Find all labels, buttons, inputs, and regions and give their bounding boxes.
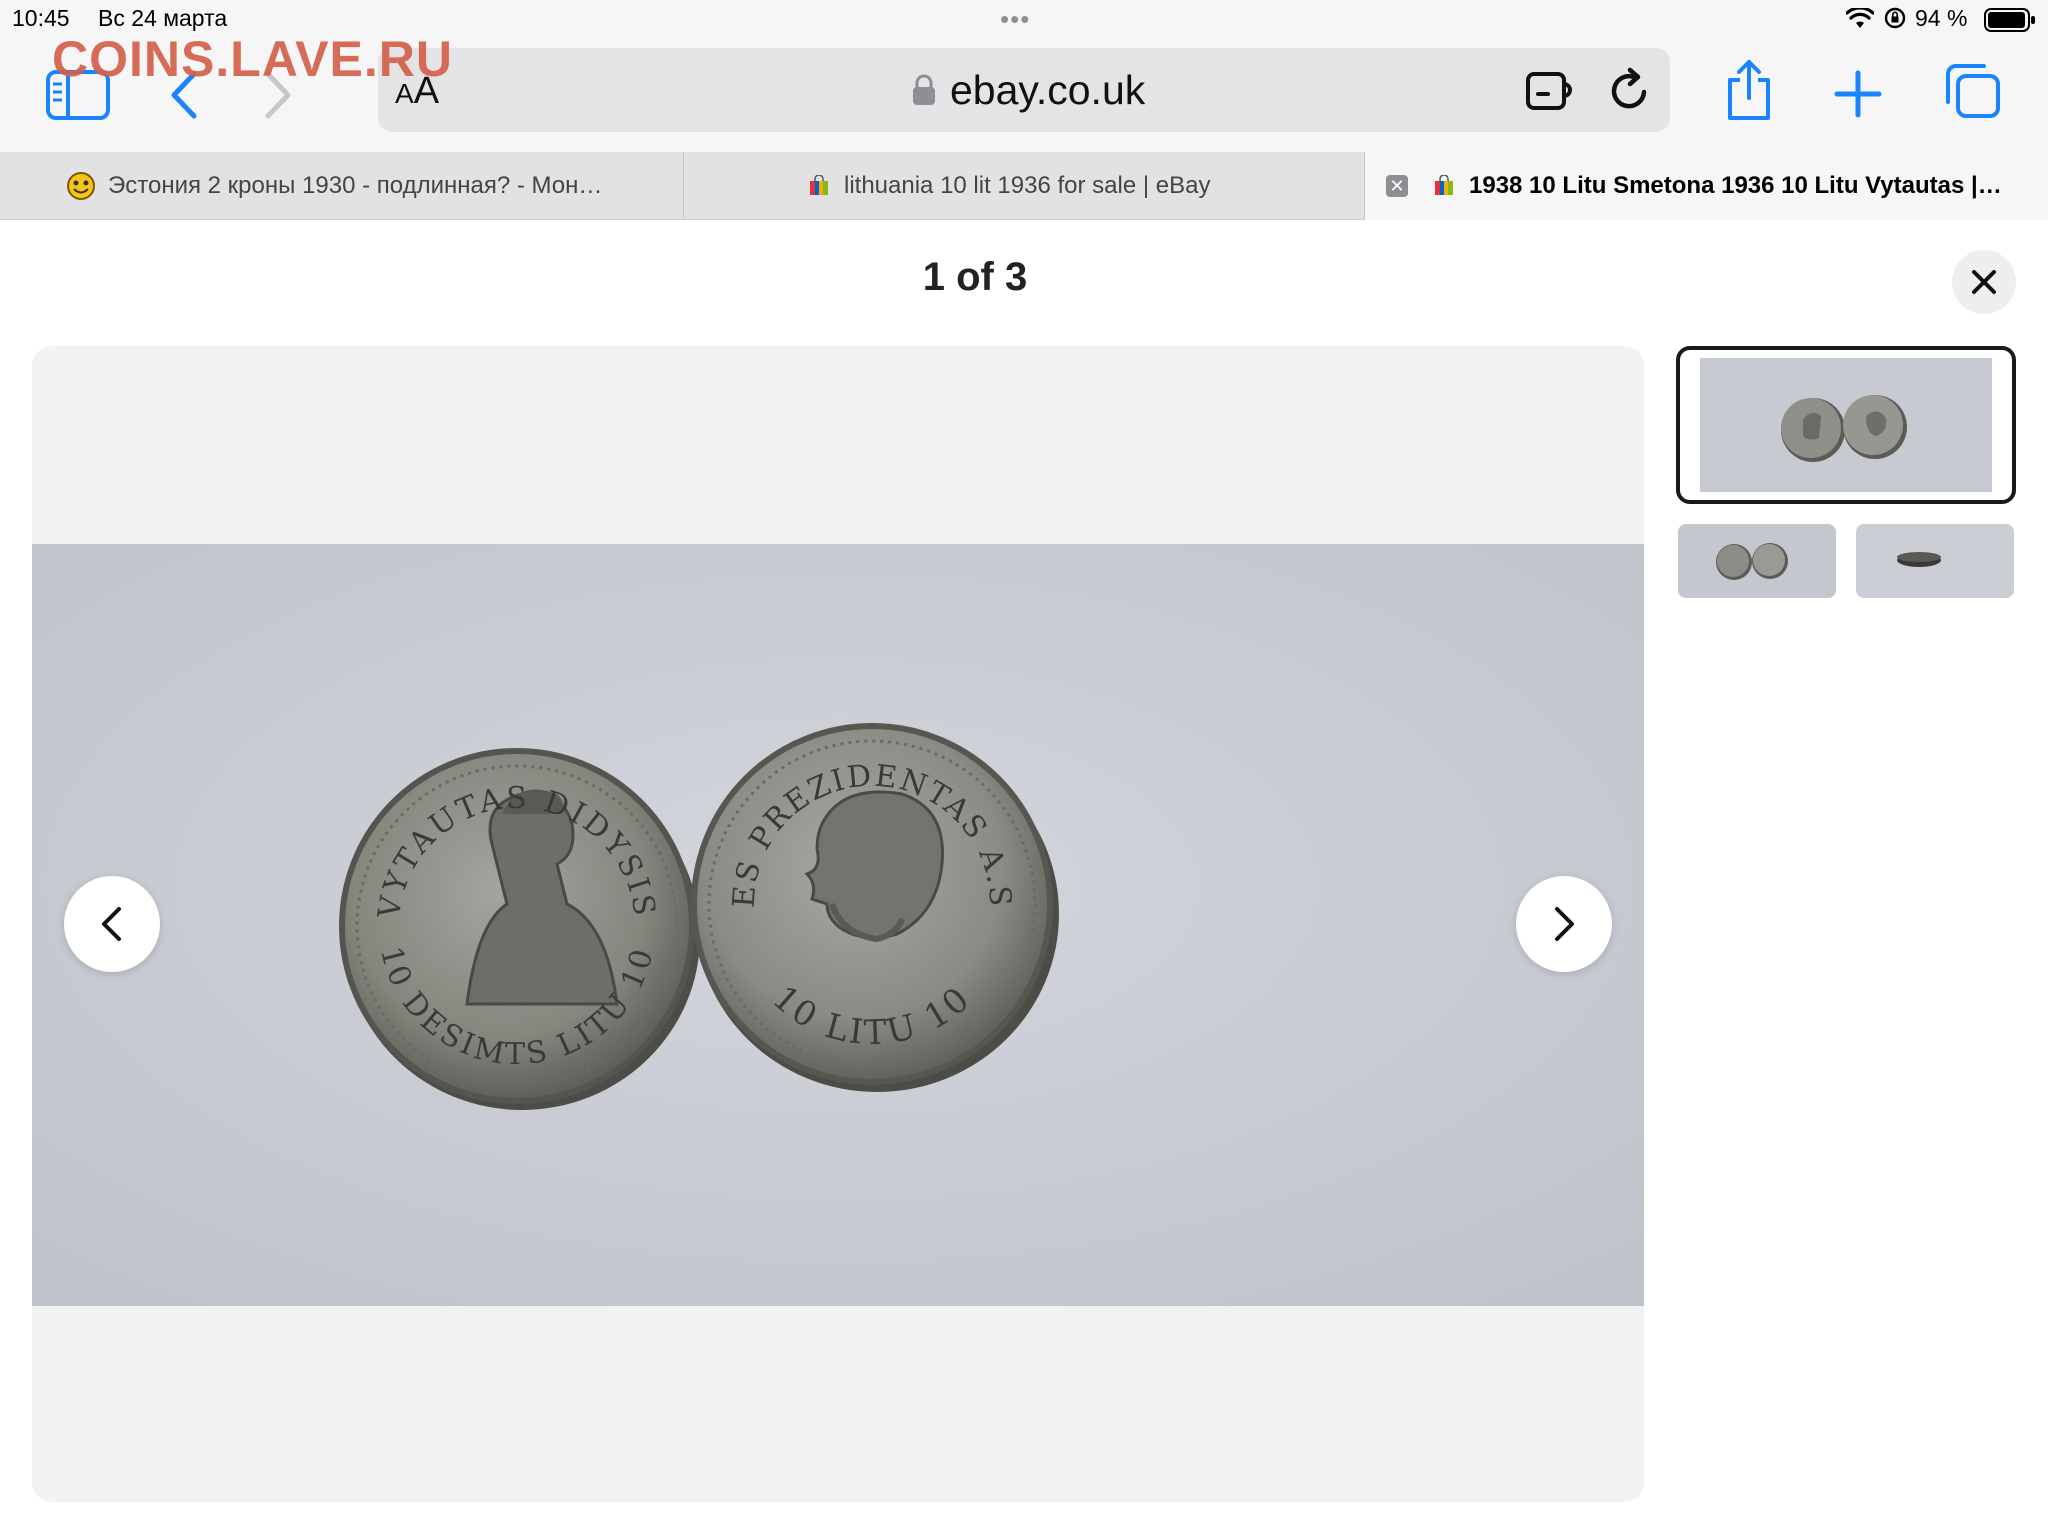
extensions-icon[interactable] xyxy=(1524,66,1580,114)
tab-close-icon[interactable]: ✕ xyxy=(1386,175,1408,197)
chevron-left-icon xyxy=(102,907,121,941)
multitasking-dots-icon[interactable]: ••• xyxy=(1000,4,1030,35)
thumbnail-2[interactable] xyxy=(1678,524,1836,598)
tab-title: 1938 10 Litu Smetona 1936 10 Litu Vytaut… xyxy=(1469,172,2002,199)
padlock-icon xyxy=(913,74,935,105)
next-image-button[interactable] xyxy=(1516,876,1612,972)
smiley-favicon-icon xyxy=(66,172,95,200)
thumbnail-3[interactable] xyxy=(1856,524,2014,598)
chevron-right-icon xyxy=(1555,907,1574,941)
ebay-bag-favicon-icon xyxy=(1433,174,1455,197)
wifi-icon xyxy=(1846,8,1874,28)
tab-title: Эстония 2 кроны 1930 - подлинная? - Мон… xyxy=(108,172,603,199)
watermark-text: COINS.LAVE.RU xyxy=(52,31,453,87)
share-icon[interactable] xyxy=(1724,58,1774,122)
tab-ebay-search[interactable]: lithuania 10 lit 1936 for sale | eBay xyxy=(684,152,1364,220)
tab-overview-icon[interactable] xyxy=(1944,62,2002,120)
url-text[interactable]: ebay.co.uk xyxy=(950,67,1145,114)
new-tab-plus-icon[interactable] xyxy=(1834,70,1882,118)
orientation-lock-icon xyxy=(1884,7,1906,29)
battery-percentage: 94 % xyxy=(1915,5,1968,31)
tab-title: lithuania 10 lit 1936 for sale | eBay xyxy=(844,172,1211,199)
tab-ebay-listing-active[interactable]: 1938 10 Litu Smetona 1936 10 Litu Vytaut… xyxy=(1365,152,2048,220)
coin-photo[interactable]: VYTAUTAS DIDYSIS 10 DESIMTS LITU 10 VALS… xyxy=(32,544,1644,1306)
status-date: Вс 24 марта xyxy=(98,5,228,31)
thumbnail-1-selected[interactable] xyxy=(1676,346,2016,504)
battery-icon xyxy=(1984,8,2035,32)
close-icon xyxy=(1972,270,1996,294)
close-viewer-button[interactable] xyxy=(1952,250,2016,314)
status-time: 10:45 xyxy=(12,5,70,31)
image-counter: 1 of 3 xyxy=(922,255,1028,299)
reload-icon[interactable] xyxy=(1608,66,1652,114)
ebay-bag-favicon-icon xyxy=(808,174,830,197)
previous-image-button[interactable] xyxy=(64,876,160,972)
tab-estonia[interactable]: Эстония 2 кроны 1930 - подлинная? - Мон… xyxy=(0,152,683,220)
